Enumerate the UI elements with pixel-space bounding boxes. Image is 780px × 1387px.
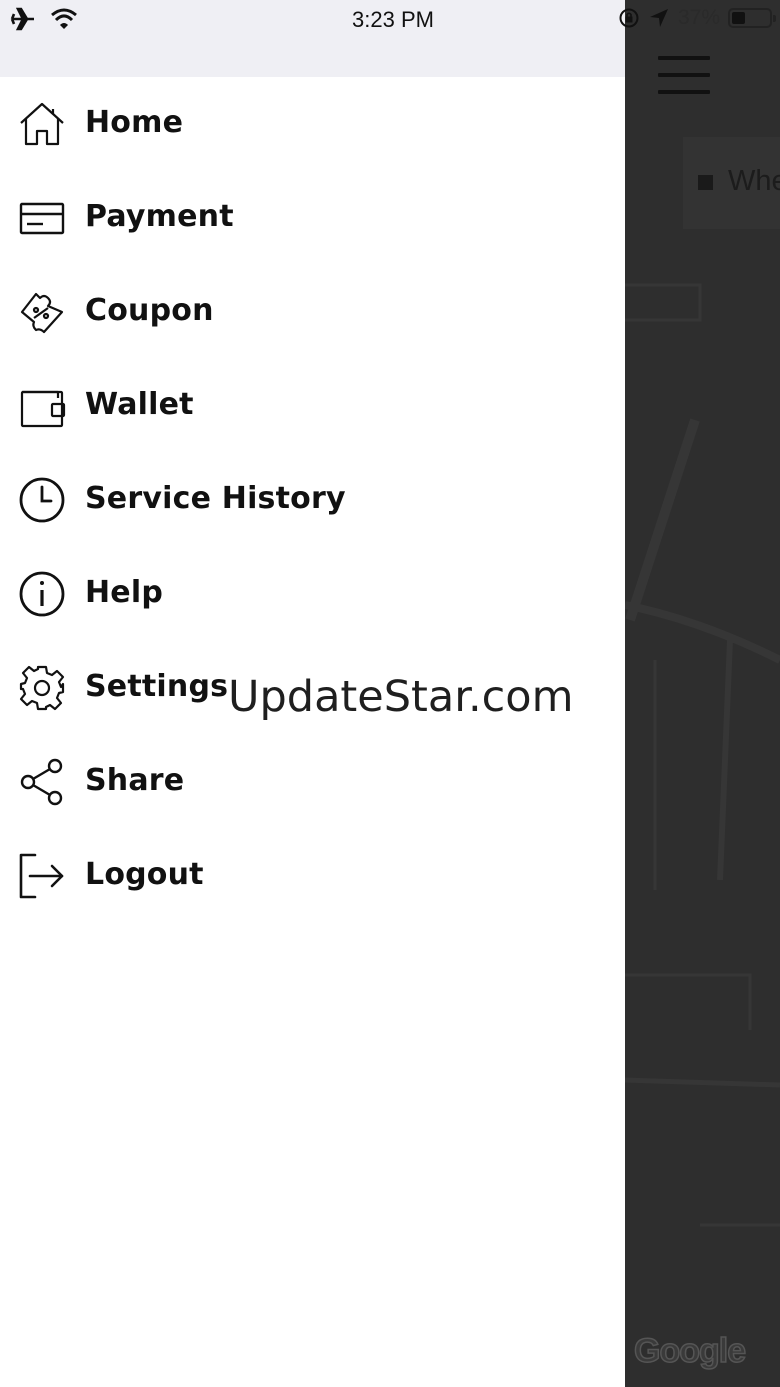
menu-label-home: Home [85, 105, 184, 140]
battery-percent: 37% [677, 6, 720, 29]
menu-label-wallet: Wallet [85, 387, 194, 422]
credit-card-icon [18, 194, 66, 242]
menu-item-wallet[interactable]: Wallet [0, 359, 625, 453]
menu-label-service-history: Service History [85, 481, 346, 516]
menu-item-coupon[interactable]: Coupon [0, 265, 625, 359]
battery-icon [728, 8, 776, 28]
clock-icon [18, 476, 66, 524]
menu-label-coupon: Coupon [85, 293, 214, 328]
home-icon [18, 100, 66, 148]
menu-label-share: Share [85, 763, 185, 798]
destination-placeholder: Whe [728, 165, 780, 197]
menu-label-logout: Logout [85, 857, 204, 892]
menu-label-help: Help [85, 575, 164, 610]
hamburger-menu-button[interactable] [658, 56, 710, 96]
location-arrow-icon [649, 9, 668, 27]
google-attribution: Google [633, 1331, 747, 1371]
info-icon [18, 570, 66, 618]
battery-fill [732, 12, 745, 24]
menu-item-payment[interactable]: Payment [0, 171, 625, 265]
hamburger-line [658, 56, 710, 60]
destination-search-box[interactable]: Whe [683, 137, 780, 229]
hamburger-line [658, 90, 710, 94]
logout-icon [18, 852, 66, 900]
share-icon [18, 758, 66, 806]
menu-item-service-history[interactable]: Service History [0, 453, 625, 547]
menu-label-payment: Payment [85, 199, 234, 234]
watermark: UpdateStar.com [228, 672, 574, 722]
menu-item-share[interactable]: Share [0, 735, 625, 829]
menu-item-help[interactable]: Help [0, 547, 625, 641]
menu-item-home[interactable]: Home [0, 77, 625, 171]
menu-item-logout[interactable]: Logout [0, 829, 625, 923]
status-right-icons: 37% [618, 6, 776, 30]
status-bar: 3:23 PM 37% [0, 0, 780, 40]
gear-icon [18, 664, 66, 712]
menu-label-settings: Settings [85, 669, 229, 704]
orientation-lock-icon [619, 8, 639, 28]
destination-marker-icon [698, 175, 713, 190]
battery-tip [773, 15, 776, 22]
wallet-icon [18, 382, 66, 430]
coupon-icon [18, 288, 66, 336]
hamburger-line [658, 73, 710, 77]
